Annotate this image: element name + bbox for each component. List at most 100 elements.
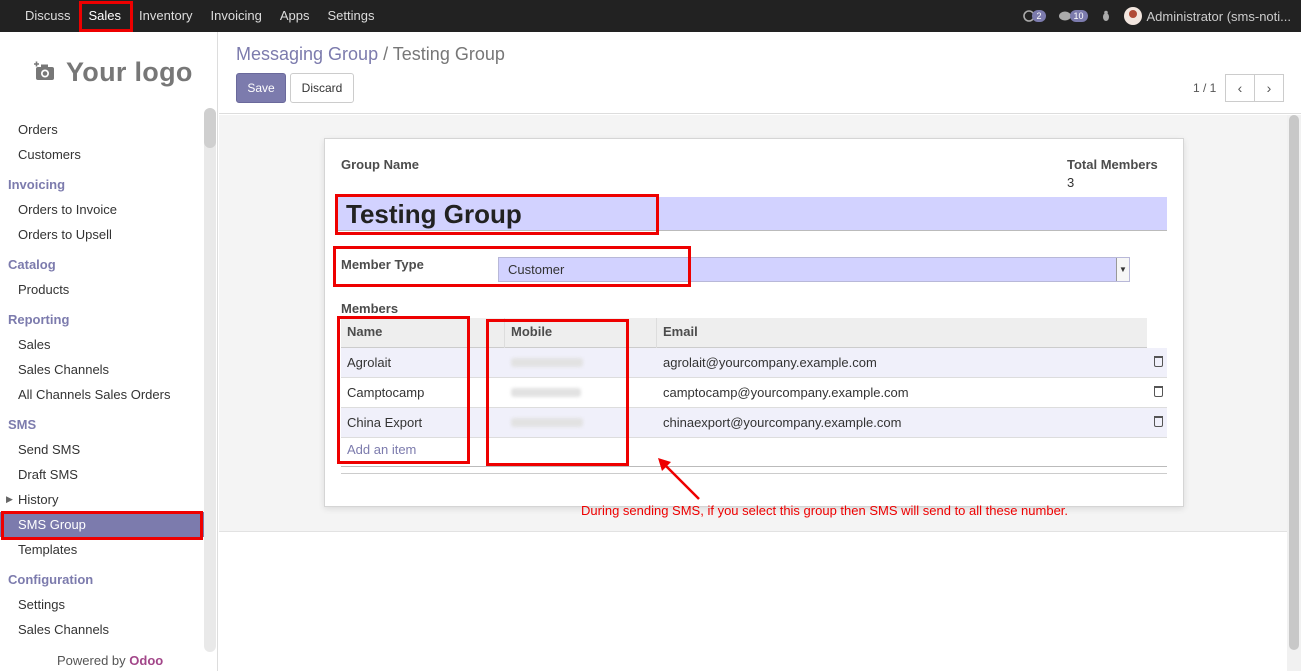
add-item-row: Add an item [341,438,1167,466]
group-name-label: Group Name [341,157,420,172]
annotation-arrow-icon [658,458,700,500]
member-mobile-cell [505,408,583,438]
chevron-left-icon: ‹ [1237,80,1243,96]
bug-icon [1102,10,1109,21]
member-email-cell: camptocamp@yourcompany.example.com [663,385,909,400]
sidebar-section-catalog: Catalog [8,257,56,272]
breadcrumb-current: Testing Group [392,44,505,64]
sidebar-item-templates[interactable]: Templates [0,537,204,562]
sidebar-item-settings[interactable]: Settings [0,592,204,617]
sidebar-item-label: History [18,492,59,507]
menu-inventory[interactable]: Inventory [130,0,201,32]
sidebar-item-reporting-sales-channels[interactable]: Sales Channels [0,357,204,382]
sidebar-scroll-thumb[interactable] [204,108,216,148]
member-email-cell: agrolait@yourcompany.example.com [663,355,877,370]
group-name-field[interactable]: Testing Group [338,197,1167,231]
members-label: Members [341,301,399,316]
table-row[interactable]: Agrolait agrolait@yourcompany.example.co… [341,348,1167,378]
control-panel: Messaging Group / Testing Group Save Dis… [219,32,1301,114]
breadcrumb-parent[interactable]: Messaging Group [236,44,378,64]
avatar[interactable] [1123,7,1142,25]
trash-icon[interactable] [1154,356,1163,367]
powered-by: Powered by Odoo [57,653,163,668]
member-email-cell: chinaexport@yourcompany.example.com [663,415,902,430]
table-row[interactable]: Camptocamp camptocamp@yourcompany.exampl… [341,378,1167,408]
sidebar-item-config-sales-channels[interactable]: Sales Channels [0,617,204,642]
sidebar-nav: Orders Customers Invoicing Orders to Inv… [0,117,204,642]
menu-invoicing[interactable]: Invoicing [202,0,271,32]
sidebar-item-orders[interactable]: Orders [0,117,204,142]
sidebar-item-orders-to-invoice[interactable]: Orders to Invoice [0,197,204,222]
debug-bug-icon[interactable] [1100,10,1112,22]
members-table: Name Mobile Email Agrolait agrolait@your… [341,318,1167,474]
table-header: Name Mobile Email [341,318,1147,348]
menu-settings[interactable]: Settings [318,0,383,32]
annotation-note: During sending SMS, if you select this g… [581,503,1069,518]
pager-previous-button[interactable]: ‹ [1225,74,1255,102]
discard-button[interactable]: Discard [290,73,354,103]
table-row[interactable]: China Export chinaexport@yourcompany.exa… [341,408,1167,438]
member-name-cell: Camptocamp [347,385,425,400]
content-scrollbar[interactable] [1287,115,1301,671]
caret-right-icon: ▶ [6,494,13,504]
member-mobile-cell [505,378,581,408]
member-type-value: Customer [508,262,565,277]
total-members-label: Total Members [1067,157,1158,172]
sidebar-item-sms-group[interactable]: SMS Group [0,512,204,537]
sidebar-section-sms: SMS [8,417,37,432]
sidebar-item-history[interactable]: ▶ History [0,487,204,512]
column-header-email[interactable]: Email [657,318,1147,348]
chat-count-badge: 2 [1032,10,1046,22]
chevron-right-icon: › [1266,80,1272,96]
column-header-mobile[interactable]: Mobile [505,318,657,348]
blurred-mobile-number [511,418,583,427]
save-button[interactable]: Save [236,73,286,103]
breadcrumb-separator: / [383,44,389,64]
camera-plus-icon [34,61,54,80]
menu-apps[interactable]: Apps [271,0,319,32]
menu-discuss[interactable]: Discuss [0,0,80,32]
messages-icon[interactable]: 10 [1058,10,1088,22]
chat-icon[interactable]: 2 [1022,10,1046,22]
sidebar-section-configuration: Configuration [8,572,94,587]
member-type-label: Member Type [341,257,424,272]
blurred-mobile-number [511,388,581,397]
top-navbar: Discuss Sales Inventory Invoicing Apps S… [0,0,1301,32]
table-footer [341,466,1167,474]
column-header-name[interactable]: Name [341,318,505,348]
caret-down-icon: ▼ [1116,258,1129,281]
sidebar-section-invoicing: Invoicing [8,177,66,192]
pager-next-button[interactable]: › [1254,74,1284,102]
sidebar-item-products[interactable]: Products [0,277,204,302]
sidebar-item-all-channels-sales-orders[interactable]: All Channels Sales Orders [0,382,204,407]
sidebar-item-draft-sms[interactable]: Draft SMS [0,462,204,487]
sidebar: Your logo Orders Customers Invoicing Ord… [0,32,218,671]
company-logo: Your logo [32,52,193,92]
trash-icon[interactable] [1154,416,1163,427]
powered-by-label: Powered by [57,653,126,668]
sidebar-item-customers[interactable]: Customers [0,142,204,167]
menu-sales[interactable]: Sales [80,0,131,32]
app-menu: Discuss Sales Inventory Invoicing Apps S… [0,0,383,32]
add-item-link[interactable]: Add an item [347,442,416,457]
pager-value[interactable]: 1 / 1 [1193,81,1216,95]
breadcrumb: Messaging Group / Testing Group [236,44,505,65]
sidebar-item-reporting-sales[interactable]: Sales [0,332,204,357]
trash-icon[interactable] [1154,386,1163,397]
member-type-select[interactable]: Customer ▼ [498,257,1130,282]
blurred-mobile-number [511,358,583,367]
message-count-badge: 10 [1069,10,1088,22]
content-scroll-thumb[interactable] [1289,115,1299,650]
systray: 2 10 Administrator (sms-noti... [1022,0,1301,32]
total-members-value: 3 [1067,175,1075,190]
sidebar-item-orders-to-upsell[interactable]: Orders to Upsell [0,222,204,247]
sidebar-section-reporting: Reporting [8,312,70,327]
member-name-cell: Agrolait [347,355,392,370]
member-name-cell: China Export [347,415,423,430]
member-mobile-cell [505,348,583,378]
logo-text: Your logo [66,56,193,87]
user-menu[interactable]: Administrator (sms-noti... [1147,9,1291,24]
sidebar-item-send-sms[interactable]: Send SMS [0,437,204,462]
odoo-link[interactable]: Odoo [129,653,163,668]
sidebar-scrollbar[interactable] [204,108,216,652]
